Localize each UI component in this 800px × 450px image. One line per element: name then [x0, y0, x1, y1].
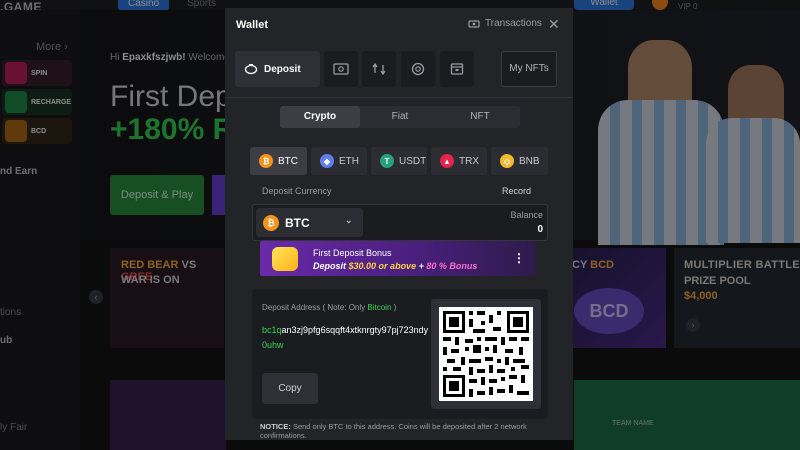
bnb-icon: ◇ [500, 154, 514, 168]
qr-code [439, 307, 533, 401]
usdt-icon: T [380, 154, 394, 168]
record-link[interactable]: Record [502, 186, 531, 196]
coin-option-btc[interactable]: ₿ BTC [250, 147, 307, 175]
bonus-details: Deposit $30.00 or above + 80 % Bonus [313, 261, 478, 271]
coin-option-usdt[interactable]: T USDT [371, 147, 427, 175]
wallet-tabs: Deposit My NFTs [235, 51, 557, 87]
qr-code-frame [431, 299, 541, 409]
balance-value: 0 [537, 224, 543, 235]
trx-icon: ▲ [440, 154, 454, 168]
currency-dropdown[interactable]: ₿ BTC ⌄ [256, 208, 363, 237]
deposit-address[interactable]: bc1qan3zj9pfg6sqqft4xtknrgty97pj723ndy0u… [262, 323, 432, 353]
transactions-link[interactable]: Transactions [468, 18, 542, 29]
tab-rakeback[interactable] [401, 51, 435, 87]
exchange-icon [372, 62, 386, 76]
tab-swap[interactable] [362, 51, 396, 87]
segment-fiat[interactable]: Fiat [360, 106, 440, 128]
segment-nft[interactable]: NFT [440, 106, 520, 128]
deposit-address-panel: Deposit Address ( Note: Only Bitcoin ) b… [252, 289, 548, 419]
close-icon[interactable]: ✕ [548, 16, 560, 33]
cash-icon [333, 63, 349, 75]
segment-crypto[interactable]: Crypto [280, 106, 360, 128]
modal-title: Wallet [236, 19, 268, 31]
wallet-modal: Wallet Transactions ✕ Deposit My NFTs Cr… [225, 8, 573, 440]
deposit-address-label: Deposit Address ( Note: Only Bitcoin ) [262, 303, 397, 312]
coin-option-eth[interactable]: ◆ ETH [311, 147, 367, 175]
balance-label: Balance [510, 210, 543, 220]
currency-select-row: ₿ BTC ⌄ Balance 0 [252, 204, 548, 241]
coin-option-trx[interactable]: ▲ TRX [431, 147, 487, 175]
btc-icon: ₿ [259, 154, 273, 168]
deposit-notice: NOTICE: Send only BTC to this address. C… [260, 422, 527, 440]
tab-deposit[interactable]: Deposit [235, 51, 320, 87]
eth-icon: ◆ [320, 154, 334, 168]
btc-icon: ₿ [263, 214, 279, 231]
divider [225, 97, 573, 98]
vault-icon [450, 63, 464, 75]
piggy-bank-icon [244, 64, 258, 75]
chevron-down-icon: ⌄ [345, 215, 353, 225]
coin-option-bnb[interactable]: ◇ BNB [491, 147, 548, 175]
copy-button[interactable]: Copy [262, 373, 318, 404]
tab-buy-crypto[interactable] [324, 51, 358, 87]
coin-icon [411, 62, 425, 76]
coins-gift-icon [272, 247, 298, 271]
transactions-icon [468, 19, 480, 28]
first-deposit-bonus-banner[interactable]: First Deposit Bonus Deposit $30.00 or ab… [260, 241, 536, 276]
tab-vault[interactable] [440, 51, 474, 87]
tab-my-nfts[interactable]: My NFTs [501, 51, 557, 87]
deposit-currency-label: Deposit Currency [262, 186, 332, 196]
currency-type-segment: Crypto Fiat NFT [280, 106, 520, 128]
more-options-icon[interactable]: ⋮ [513, 251, 525, 265]
